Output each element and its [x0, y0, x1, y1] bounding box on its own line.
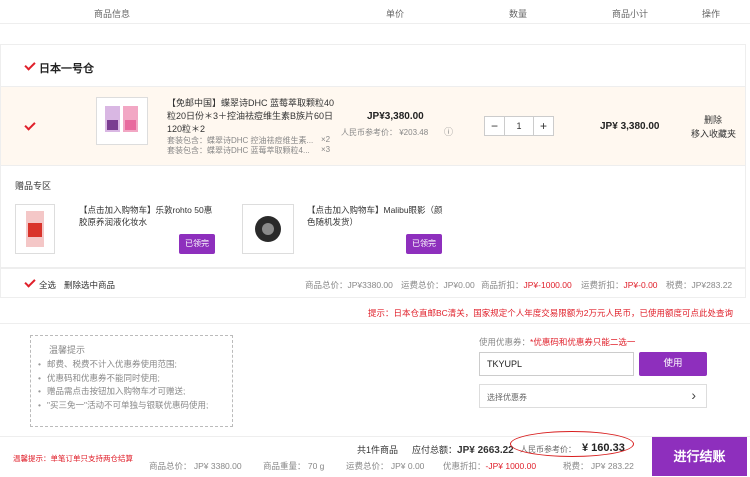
gift-2-claimed-button[interactable]: 已领完: [406, 234, 442, 254]
coupon-label: 使用优惠券：: [479, 337, 531, 347]
item-count: 共1件商品: [357, 445, 399, 455]
col-operation: 操作: [702, 9, 721, 19]
goods-total: 商品总价：JP¥3380.00: [305, 280, 393, 290]
highlight-annotation: [510, 431, 634, 457]
select-all-checkbox[interactable]: [25, 278, 35, 288]
gift-1-image: [26, 211, 44, 247]
product-title[interactable]: 【免邮中国】蝶翠诗DHC 蓝莓萃取颗粒40粒20日份＊3＋控油祛痘维生素B族片6…: [167, 97, 341, 136]
payable-total-label: 应付总额：: [412, 445, 458, 455]
item-subtotal: JP¥ 3,380.00: [600, 121, 660, 132]
goods-discount-value: JP¥-1000.00: [523, 280, 572, 290]
chevron-right-icon: ›: [691, 387, 696, 403]
delete-link[interactable]: 删除: [704, 113, 722, 126]
qty-plus-button[interactable]: +: [533, 117, 553, 135]
summary-shipping: 运费总价： JP¥ 0.00: [346, 461, 425, 471]
divider: [0, 323, 750, 324]
qty-input[interactable]: 1: [505, 117, 533, 135]
info-icon[interactable]: ⓘ: [444, 125, 453, 138]
bundle-1-text: 套装包含：蝶翠诗DHC 控油祛痘维生素...: [167, 136, 314, 145]
gift-1-name[interactable]: 【点击加入购物车】乐敦rohto 50惠 胶原养润液化妆水: [79, 204, 215, 228]
gift-2-thumbnail[interactable]: [242, 204, 294, 254]
tips-title: 温馨提示: [49, 345, 86, 355]
bundle-line-2: 套装包含：蝶翠诗DHC 蓝莓萃取颗粒4...: [167, 145, 310, 156]
gift-2-image: [255, 216, 281, 242]
tip-item: "买三免一"活动不可单独与银联优惠码使用;: [37, 399, 233, 413]
product-image: [105, 106, 138, 132]
coupon-select[interactable]: 选择优惠券 ›: [479, 384, 707, 408]
gift-zone: 赠品专区 【点击加入购物车】乐敦rohto 50惠 胶原养润液化妆水 已领完 【…: [0, 166, 746, 268]
cart-item-row: 【免邮中国】蝶翠诗DHC 蓝莓萃取颗粒40粒20日份＊3＋控油祛痘维生素B族片6…: [0, 86, 746, 166]
gift-1-claimed-button[interactable]: 已领完: [179, 234, 215, 254]
move-to-favorites-link[interactable]: 移入收藏夹: [691, 127, 736, 140]
col-quantity: 数量: [509, 9, 528, 19]
select-all-label[interactable]: 全选: [39, 279, 56, 291]
col-product-info: 商品信息: [94, 9, 131, 19]
summary-discount: 优惠折扣：-JP¥ 1000.00: [443, 460, 536, 472]
summary-weight: 商品重量： 70 g: [263, 461, 325, 471]
summary-discount-value: -JP¥ 1000.00: [485, 461, 537, 471]
payable-total: 应付总额：JP¥ 2663.22: [412, 443, 514, 456]
shipping-total: 运费总价：JP¥0.00: [401, 280, 475, 290]
gift-2-name[interactable]: 【点击加入购物车】Malibu眼影（颜色随机发货）: [307, 204, 447, 228]
use-coupon-button[interactable]: 使用: [639, 352, 707, 376]
shipping-discount-value: JP¥-0.00: [623, 280, 658, 290]
summary-tax: 税费： JP¥ 283.22: [563, 461, 634, 471]
gift-zone-title: 赠品专区: [15, 181, 52, 191]
summary-discount-label: 优惠折扣：: [443, 461, 486, 471]
summary-goods-total: 商品总价： JP¥ 3380.00: [149, 461, 242, 471]
checkout-button[interactable]: 进行结账: [652, 437, 747, 476]
bundle-2-qty: ×3: [321, 145, 331, 154]
coupon-select-placeholder: 选择优惠券: [487, 393, 527, 402]
goods-discount-label: 商品折扣：: [481, 280, 524, 290]
coupon-label-row: 使用优惠券：*优惠码和优惠券只能二选一: [479, 336, 635, 348]
coupon-code-input[interactable]: TKYUPL: [479, 352, 634, 376]
tip-item: 赠品需点击按钮加入购物车才可赠送;: [37, 385, 233, 399]
item-checkbox[interactable]: [25, 121, 35, 131]
gift-1-thumbnail[interactable]: [15, 204, 55, 254]
col-subtotal: 商品小计: [612, 9, 649, 19]
payable-total-value: JP¥ 2663.22: [457, 445, 514, 456]
product-thumbnail[interactable]: [96, 97, 148, 145]
goods-discount: 商品折扣：JP¥-1000.00: [481, 279, 572, 291]
selection-totals-bar: 全选 删除选中商品 商品总价：JP¥3380.00 运费总价：JP¥0.00 商…: [0, 268, 746, 298]
tips-box: 温馨提示 邮费、税费不计入优惠券使用范围; 优惠码和优惠券不能同时使用; 赠品需…: [30, 335, 233, 427]
bundle-1-qty: ×2: [321, 135, 331, 144]
delete-selected-link[interactable]: 删除选中商品: [64, 279, 115, 291]
tip-item: 优惠码和优惠券不能同时使用;: [37, 372, 233, 386]
coupon-code-value: TKYUPL: [487, 359, 523, 369]
customs-notice[interactable]: 提示：日本仓直邮BC清关，国家规定个人年度交易限额为2万元人民币，已使用额度可点…: [368, 307, 748, 319]
tip-item: 邮费、税费不计入优惠券使用范围;: [37, 358, 233, 372]
warehouse-name: 日本一号仓: [39, 63, 94, 75]
shipping-discount: 运费折扣：JP¥-0.00: [581, 279, 658, 291]
qty-minus-button[interactable]: −: [485, 117, 505, 135]
col-unit-price: 单价: [386, 9, 405, 19]
tips-list: 邮费、税费不计入优惠券使用范围; 优惠码和优惠券不能同时使用; 赠品需点击按钮加…: [37, 358, 233, 412]
tax-total: 税费：JP¥283.22: [666, 280, 733, 290]
warehouse-checkbox[interactable]: [25, 61, 35, 71]
warehouse-section: 日本一号仓: [0, 44, 746, 86]
cart-column-header: 商品信息 单价 数量 商品小计 操作: [0, 0, 750, 24]
coupon-hint: *优惠码和优惠券只能二选一: [530, 337, 636, 347]
unit-price: JP¥3,380.00: [367, 111, 424, 122]
shipping-discount-label: 运费折扣：: [581, 280, 624, 290]
quantity-stepper: − 1 +: [484, 116, 554, 136]
rmb-reference-price: 人民币参考价： ¥203.48: [341, 128, 429, 137]
bundle-2-text: 套装包含：蝶翠诗DHC 蓝莓萃取颗粒4...: [167, 146, 310, 155]
checkout-summary-bar: 温馨提示：单笔订单只支持两仓结算 共1件商品 应付总额：JP¥ 2663.22 …: [0, 436, 750, 477]
checkout-warning: 温馨提示：单笔订单只支持两仓结算: [13, 454, 133, 463]
